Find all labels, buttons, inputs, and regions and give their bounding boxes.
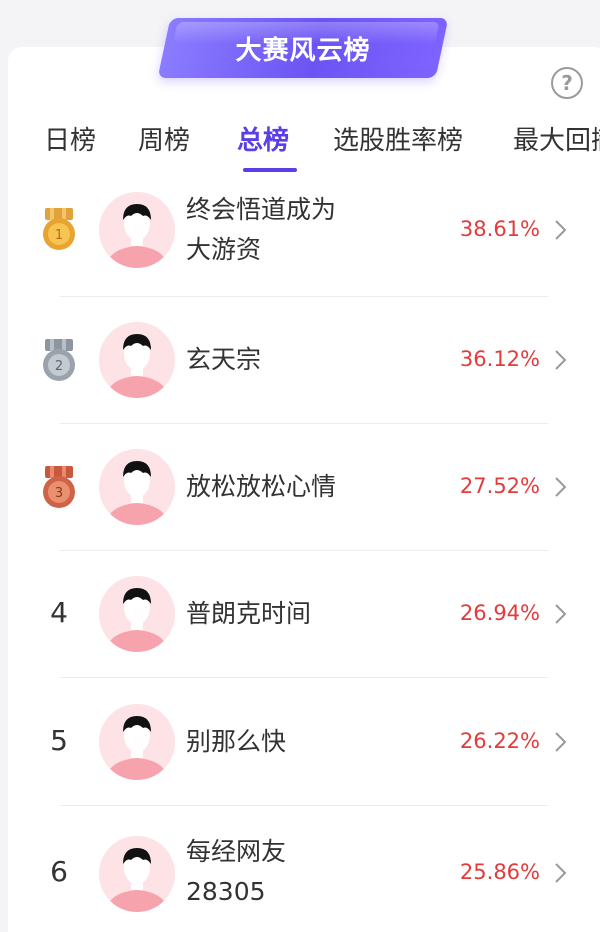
user-name: 普朗克时间: [186, 599, 312, 628]
user-avatar[interactable]: [99, 704, 175, 780]
user-name: 每经网友 28305: [186, 832, 426, 912]
ranking-row-1[interactable]: 1 终会悟道成为 大游资 38.61%: [0, 190, 600, 296]
ranking-tabs: 日榜 周榜 总榜 选股胜率榜 最大回撤: [0, 112, 600, 172]
user-avatar[interactable]: [99, 192, 175, 268]
return-rate: 25.86%: [459, 860, 540, 884]
user-avatar[interactable]: [99, 322, 175, 398]
user-name: 别那么快: [186, 727, 287, 756]
active-tab-indicator: [243, 168, 297, 172]
return-rate: 36.12%: [459, 347, 540, 371]
bronze-medal-icon: 3: [43, 466, 75, 508]
return-rate: 26.22%: [459, 729, 540, 753]
user-avatar[interactable]: [99, 576, 175, 652]
user-name: 终会悟道成为 大游资: [186, 190, 426, 270]
return-rate: 26.94%: [459, 601, 540, 625]
user-avatar[interactable]: [99, 449, 175, 525]
user-avatar[interactable]: [99, 836, 175, 912]
svg-text:2: 2: [55, 359, 63, 374]
user-name-line1: 终会悟道成为: [186, 195, 337, 224]
user-name: 放松放松心情: [186, 472, 337, 501]
help-icon[interactable]: ?: [551, 67, 583, 99]
chevron-right-icon: [555, 220, 567, 240]
chevron-right-icon: [555, 604, 567, 624]
tab-stock-win-rate[interactable]: 选股胜率榜: [333, 120, 463, 157]
rank-number: 5: [50, 724, 68, 757]
ranking-row-2[interactable]: 2 玄天宗 36.12%: [0, 297, 600, 423]
leaderboard-banner: 大赛风云榜: [157, 18, 449, 78]
tab-weekly[interactable]: 周榜: [138, 120, 190, 157]
chevron-right-icon: [555, 350, 567, 370]
silver-medal-icon: 2: [43, 339, 75, 381]
ranking-row-3[interactable]: 3 放松放松心情 27.52%: [0, 424, 600, 550]
user-name: 玄天宗: [186, 345, 262, 374]
svg-text:1: 1: [55, 228, 63, 243]
tab-overall[interactable]: 总榜: [237, 120, 289, 157]
return-rate: 38.61%: [459, 217, 540, 241]
user-name-line2: 大游资: [186, 235, 262, 264]
ranking-row-4[interactable]: 4 普朗克时间 26.94%: [0, 551, 600, 677]
ranking-row-6[interactable]: 6 每经网友 28305 25.86%: [0, 806, 600, 932]
chevron-right-icon: [555, 477, 567, 497]
banner-title: 大赛风云榜: [235, 35, 371, 66]
gold-medal-icon: 1: [43, 208, 75, 250]
tab-daily[interactable]: 日榜: [44, 120, 96, 157]
user-name-line2: 28305: [186, 877, 266, 906]
rank-number: 4: [50, 596, 68, 629]
svg-text:3: 3: [55, 486, 63, 501]
return-rate: 27.52%: [459, 474, 540, 498]
chevron-right-icon: [555, 732, 567, 752]
user-name-line1: 每经网友: [186, 837, 287, 866]
chevron-right-icon: [555, 863, 567, 883]
ranking-row-5[interactable]: 5 别那么快 26.22%: [0, 678, 600, 804]
tab-max-drawdown[interactable]: 最大回撤: [513, 120, 600, 157]
rank-number: 6: [50, 855, 68, 888]
